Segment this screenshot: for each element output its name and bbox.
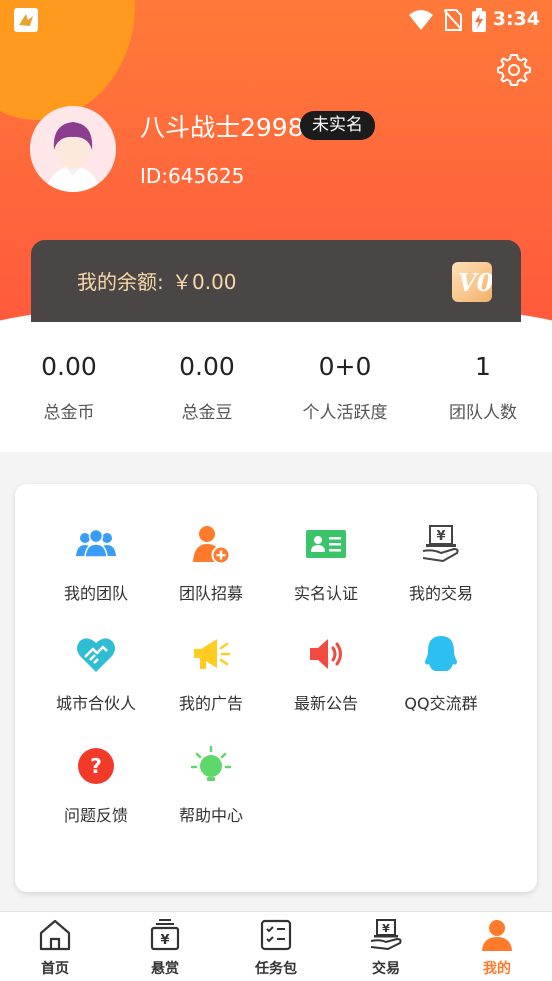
stat-label: 总金币 [43,403,95,423]
stat-label: 团队人数 [449,403,517,423]
menu-my-team[interactable]: 我的团队 [36,524,156,624]
nav-label: 首页 [41,961,69,977]
stat-activity[interactable]: 0+0 个人活跃度 [276,352,414,423]
nav-reward[interactable]: ¥ 悬赏 [125,912,205,981]
menu-label: QQ交流群 [404,694,478,713]
stat-value: 0.00 [41,352,97,381]
nav-label: 交易 [372,961,400,977]
team-icon [76,524,116,564]
recruit-icon [191,524,231,565]
menu-label: 团队招募 [178,584,243,603]
menu-label: 问题反馈 [63,806,128,825]
menu-my-trades[interactable]: ¥ 我的交易 [381,524,501,624]
handshake-icon [76,634,116,674]
menu-help-center[interactable]: 帮助中心 [151,745,271,846]
nickname: 八斗战士2998 [140,113,304,142]
nav-mine[interactable]: 我的 [457,912,537,981]
menu-label: 我的交易 [408,584,473,603]
trade-icon: ¥ [421,524,461,564]
balance-label: 我的余额: [77,270,164,294]
menu-team-recruit[interactable]: 团队招募 [151,524,271,624]
question-icon: ? [76,746,116,786]
app-badge-icon [14,8,38,32]
bottom-nav: 首页 ¥ 悬赏 任务包 ¥ 交易 我的 [0,911,552,981]
status-time: 3:34 [492,8,540,30]
menu-feedback[interactable]: ? 问题反馈 [36,746,156,846]
stat-value: 1 [475,352,491,381]
nav-task-pack[interactable]: 任务包 [236,912,316,981]
menu-label: 我的广告 [178,694,243,713]
menu-city-partner[interactable]: 城市合伙人 [36,634,156,734]
wifi-icon [408,9,434,35]
balance-card[interactable]: 我的余额: ￥0.00 V0 [31,240,521,322]
menu-qq-group[interactable]: QQ交流群 [381,634,501,734]
task-list-icon [259,918,293,952]
svg-text:¥: ¥ [436,529,445,544]
stat-value: 0.00 [179,352,235,381]
svg-text:¥: ¥ [160,933,169,948]
nav-label: 我的 [483,961,511,977]
status-bar: 3:34 [0,0,552,40]
lightbulb-icon [190,745,232,786]
nav-label: 悬赏 [151,961,179,977]
vip-level-text: V0 [458,268,492,297]
megaphone-icon [191,634,231,674]
menu-label: 实名认证 [293,584,358,603]
avatar[interactable] [30,106,116,192]
vip-level-badge[interactable]: V0 [452,262,494,302]
no-sim-icon [443,9,463,35]
stat-total-beans[interactable]: 0.00 总金豆 [138,352,276,423]
nav-trade[interactable]: ¥ 交易 [346,912,426,981]
svg-text:?: ? [90,754,102,778]
menu-announcements[interactable]: 最新公告 [266,634,386,734]
feature-menu: 我的团队 团队招募 实名认证 ¥ 我的交易 城市合伙人 我的广告 最新公告 QQ… [15,484,537,892]
reward-icon: ¥ [148,918,182,952]
user-icon [480,918,514,952]
stat-team-size[interactable]: 1 团队人数 [414,352,552,423]
balance-value: ￥0.00 [172,270,237,294]
menu-my-ads[interactable]: 我的广告 [151,634,271,734]
menu-label: 最新公告 [293,694,358,713]
menu-label: 帮助中心 [178,806,243,825]
svg-text:¥: ¥ [382,922,390,935]
speaker-icon [306,634,346,674]
menu-real-name-auth[interactable]: 实名认证 [266,524,386,624]
menu-label: 城市合伙人 [55,694,136,713]
verify-status-badge[interactable]: 未实名 [300,111,375,140]
menu-label: 我的团队 [63,584,128,603]
stat-label: 总金豆 [181,403,233,423]
trade-icon: ¥ [369,918,403,952]
nav-label: 任务包 [255,961,297,977]
qq-icon [421,634,461,674]
stats-panel: 0.00 总金币 0.00 总金豆 0+0 个人活跃度 1 团队人数 [0,322,552,452]
id-card-icon [306,524,346,564]
stat-total-coins[interactable]: 0.00 总金币 [0,352,138,423]
stat-label: 个人活跃度 [302,403,388,423]
gear-icon[interactable] [496,52,532,88]
nav-home[interactable]: 首页 [15,912,95,981]
battery-charging-icon [472,8,486,36]
home-icon [38,918,72,952]
user-id: ID:645625 [140,164,245,188]
stat-value: 0+0 [318,352,372,381]
